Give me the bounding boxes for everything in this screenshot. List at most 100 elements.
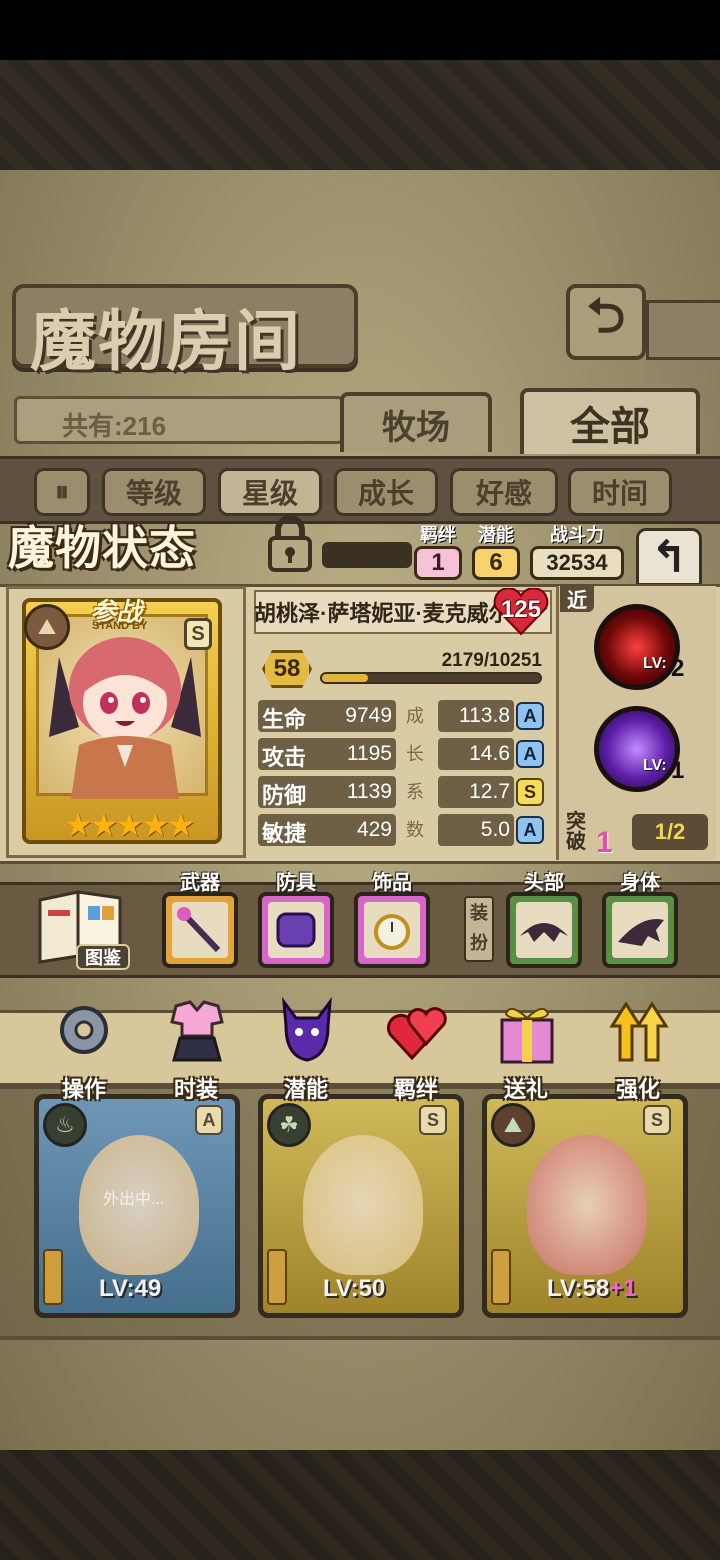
tab-ranch[interactable]: 牧场 bbox=[340, 392, 492, 452]
stat-name: 生命 bbox=[262, 707, 307, 732]
break-ratio[interactable]: 1/2 bbox=[632, 814, 708, 850]
rank-badge: S bbox=[184, 618, 212, 650]
break-label: 突破 bbox=[566, 811, 586, 853]
card-level-plus: +1 bbox=[609, 1275, 637, 1302]
card-level: LV:49 bbox=[99, 1275, 162, 1302]
stat-value: 429 bbox=[356, 818, 392, 841]
back-arrow-icon: ⮌ bbox=[586, 289, 626, 343]
bond-label: 羁绊 bbox=[420, 525, 456, 545]
monster-card[interactable]: ⛰ S LV:58+1 bbox=[482, 1094, 688, 1318]
sword-icon bbox=[43, 1249, 63, 1305]
action-label: 时装 bbox=[173, 1077, 218, 1102]
stat-value: 1195 bbox=[346, 742, 392, 765]
card-status: 外出中... bbox=[103, 1191, 165, 1208]
bond-value: 1 bbox=[414, 546, 462, 580]
stat-name: 攻击 bbox=[262, 745, 307, 770]
growth-label-char: 数 bbox=[406, 820, 424, 840]
skill-1-lv-label: LV: bbox=[643, 655, 667, 672]
outfit-icon bbox=[166, 996, 228, 1066]
hearts-icon bbox=[386, 996, 448, 1066]
return-arrow-icon: ↰ bbox=[650, 532, 688, 582]
action-label: 羁绊 bbox=[393, 1077, 438, 1102]
growth-label-char: 长 bbox=[406, 744, 424, 764]
action-hearts-button[interactable]: 羁绊 bbox=[372, 996, 460, 1102]
action-outfit-button[interactable]: 时装 bbox=[152, 996, 240, 1102]
head-label: 头部 bbox=[524, 872, 564, 894]
skill-2-lv: 1 bbox=[671, 757, 685, 784]
lock-icon[interactable] bbox=[262, 514, 318, 574]
armor-slot[interactable] bbox=[258, 892, 334, 968]
sword-icon bbox=[267, 1249, 287, 1305]
stat-row: 敏捷 429 数 5.0 A bbox=[258, 814, 548, 848]
mountain-icon: ⛰ bbox=[491, 1103, 535, 1147]
status-bar bbox=[0, 0, 720, 60]
sort-toggle-button[interactable]: ⏸ bbox=[34, 468, 90, 516]
card-grade: S bbox=[419, 1105, 447, 1135]
stat-value: 1139 bbox=[346, 780, 392, 803]
action-gift-button[interactable]: 送礼 bbox=[482, 996, 570, 1102]
stat-name: 敏捷 bbox=[262, 821, 307, 846]
weapon-slot[interactable] bbox=[162, 892, 238, 968]
skill-1-icon[interactable]: LV: 2 bbox=[594, 604, 684, 690]
stat-row: 攻击 1195 长 14.6 A bbox=[258, 738, 548, 772]
potential-value: 6 bbox=[472, 546, 520, 580]
action-label: 送礼 bbox=[503, 1077, 548, 1102]
potential-label: 潜能 bbox=[478, 525, 514, 545]
standby-sublabel: STAND BY bbox=[92, 620, 148, 632]
skill-2-lv-label: LV: bbox=[643, 757, 667, 774]
status-strip bbox=[322, 542, 412, 568]
bond-stat: 羁绊 1 bbox=[414, 526, 462, 580]
stat-name: 防御 bbox=[262, 783, 307, 808]
body-slot[interactable] bbox=[602, 892, 678, 968]
sort-growth-button[interactable]: 成长 bbox=[334, 468, 438, 516]
level-badge: 58 bbox=[262, 650, 312, 688]
action-label: 强化 bbox=[615, 1077, 660, 1102]
head-slot[interactable] bbox=[506, 892, 582, 968]
card-portrait bbox=[303, 1135, 423, 1275]
skill-2-icon[interactable]: LV: 1 bbox=[594, 706, 684, 792]
card-portrait bbox=[527, 1135, 647, 1275]
monster-count: 共有:216 bbox=[62, 411, 167, 441]
sort-favor-button[interactable]: 好感 bbox=[450, 468, 558, 516]
leaf-icon: ☘ bbox=[267, 1103, 311, 1147]
element-icon: ⛰ bbox=[24, 604, 70, 650]
armor-label: 防具 bbox=[276, 872, 316, 894]
growth-label-char: 成 bbox=[406, 706, 424, 726]
sort-level-button[interactable]: 等级 bbox=[102, 468, 206, 516]
monster-card[interactable]: ♨ A 外出中... LV:49 bbox=[34, 1094, 240, 1318]
sort-star-button[interactable]: 星级 bbox=[218, 468, 322, 516]
body-label: 身体 bbox=[620, 872, 660, 894]
power-stat: 战斗力 32534 bbox=[530, 526, 624, 580]
stat-row: 生命 9749 成 113.8 A bbox=[258, 700, 548, 734]
stat-grade: A bbox=[516, 702, 544, 730]
status-title: 魔物状态 bbox=[8, 521, 196, 575]
stat-growth: 12.7 bbox=[438, 776, 514, 808]
status-back-button[interactable]: ↰ bbox=[636, 528, 702, 586]
affection-value: 125 bbox=[500, 596, 542, 623]
card-level: LV:50 bbox=[323, 1275, 386, 1302]
card-grade: S bbox=[643, 1105, 671, 1135]
weapon-label: 武器 bbox=[180, 872, 220, 894]
gift-icon bbox=[496, 996, 558, 1066]
growth-label-char: 系 bbox=[406, 782, 424, 802]
upgrade-arrows-icon bbox=[608, 996, 670, 1066]
action-demon-button[interactable]: 潜能 bbox=[262, 996, 350, 1102]
card-grade: A bbox=[195, 1105, 223, 1135]
pocket-watch-icon bbox=[364, 902, 420, 958]
page-title: 魔物房间 bbox=[30, 302, 302, 380]
action-gear-button[interactable]: 操作 bbox=[40, 996, 128, 1102]
sort-time-button[interactable]: 时间 bbox=[568, 468, 672, 516]
stat-row: 防御 1139 系 12.7 S bbox=[258, 776, 548, 810]
stat-grade: A bbox=[516, 740, 544, 768]
stat-grade: A bbox=[516, 816, 544, 844]
action-label: 操作 bbox=[61, 1077, 106, 1102]
card-level: LV:58+1 bbox=[547, 1275, 647, 1303]
header-strip bbox=[646, 300, 720, 360]
stat-growth: 14.6 bbox=[438, 738, 514, 770]
monster-card[interactable]: ☘ S LV:50 bbox=[258, 1094, 464, 1318]
accessory-slot[interactable] bbox=[354, 892, 430, 968]
range-tag: 近 bbox=[560, 584, 594, 612]
back-button[interactable]: ⮌ bbox=[566, 284, 646, 360]
tab-all[interactable]: 全部 bbox=[520, 388, 700, 454]
action-upgrade-arrows-button[interactable]: 强化 bbox=[594, 996, 682, 1102]
